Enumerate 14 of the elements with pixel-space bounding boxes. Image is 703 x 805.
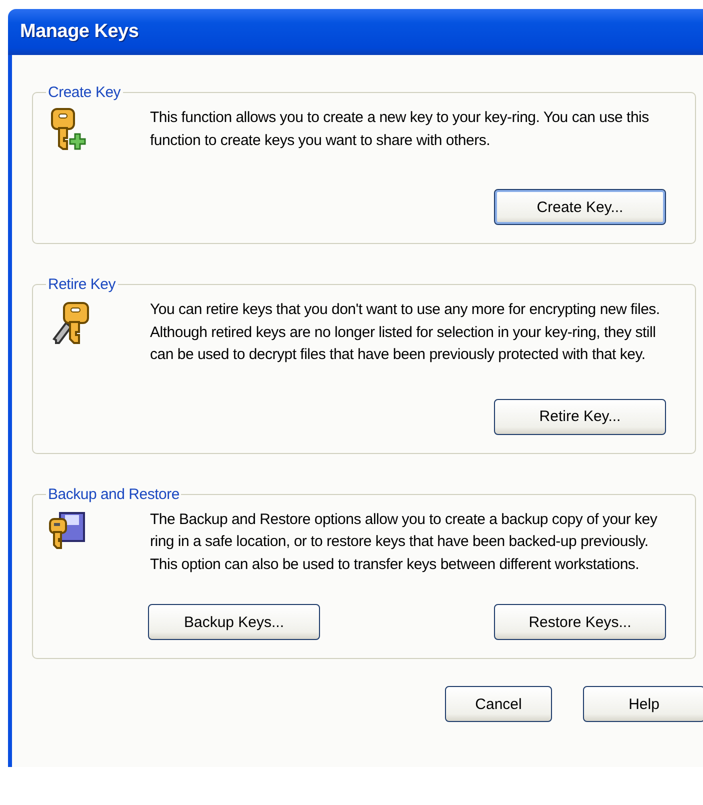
restore-keys-button[interactable]: Restore Keys... <box>494 604 666 640</box>
group-title: Create Key <box>47 84 122 101</box>
group-title: Retire Key <box>47 276 117 293</box>
group-title: Backup and Restore <box>47 486 180 502</box>
description: You can retire keys that you don't want to use any more for encrypting new files. Although retired keys are no longer listed for selection in your key-ring, they still can be used to decrypt files that have been previously protected with that key. <box>150 300 661 365</box>
help-button[interactable]: Help <box>583 686 703 722</box>
window-title: Manage Keys <box>20 21 139 43</box>
retire-key-button[interactable]: Retire Key... <box>494 398 666 434</box>
backup-keys-button[interactable]: Backup Keys... <box>148 604 320 640</box>
description: This function allows you to create a new key to your key-ring. You can use this function to create keys you want to share with others. <box>150 108 650 150</box>
key-plus-icon <box>48 107 88 151</box>
description: The Backup and Restore options allow you to create a backup copy of your key ring in a safe location, or to restore keys that have been backed-up previously. This option can also be used to transfer keys between different workstations. <box>150 510 658 574</box>
cancel-button[interactable]: Cancel <box>445 686 552 722</box>
create-key-button[interactable]: Create Key... <box>494 189 666 225</box>
